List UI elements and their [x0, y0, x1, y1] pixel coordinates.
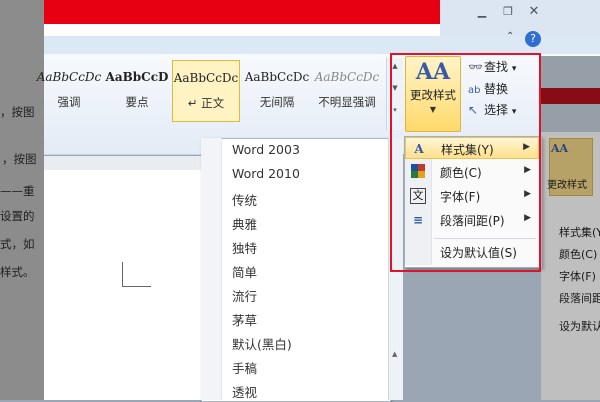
- style-set-item[interactable]: Word 2010: [232, 166, 300, 181]
- ribbon-collapse-icon[interactable]: ⌃: [506, 31, 514, 42]
- style-strong[interactable]: AaBbCcD 要点: [104, 60, 170, 120]
- style-name: 不明显强调: [318, 95, 376, 109]
- style-sample: AaBbCcDc: [173, 71, 239, 85]
- style-subtle-emphasis[interactable]: AaBbCcDc 不明显强调: [314, 60, 380, 120]
- style-emphasis[interactable]: AaBbCcDc 强调: [36, 60, 102, 120]
- style-set-item[interactable]: Word 2003: [232, 142, 300, 157]
- style-set-item[interactable]: 透视: [232, 382, 257, 401]
- style-set-item[interactable]: 茅草: [232, 310, 257, 329]
- highlight-annotation: [390, 53, 541, 272]
- help-icon[interactable]: ?: [525, 31, 541, 47]
- minimize-icon[interactable]: ▁: [472, 4, 492, 20]
- close-icon[interactable]: ✕: [524, 4, 544, 20]
- style-sample: AaBbCcD: [105, 70, 169, 84]
- style-set-item[interactable]: 典雅: [232, 214, 257, 233]
- style-sample: AaBbCcDc: [244, 70, 310, 84]
- style-name: 无间隔: [259, 95, 295, 109]
- style-set-item[interactable]: 默认(黑白): [232, 334, 292, 353]
- style-name: 正文: [201, 96, 225, 110]
- style-no-spacing[interactable]: AaBbCcDc 无间隔: [244, 60, 310, 120]
- style-name: 要点: [125, 95, 149, 109]
- margin-corner-mark: [122, 262, 151, 287]
- style-set-item[interactable]: 手稿: [232, 358, 257, 377]
- styles-gallery: AaBbCcDc 强调 AaBbCcD 要点 AaBbCcDc ↵ 正文 AaB…: [37, 56, 386, 122]
- paragraph-marker: ↵: [187, 96, 198, 110]
- restore-icon[interactable]: ❐: [498, 4, 518, 20]
- style-set-item[interactable]: 简单: [232, 262, 257, 281]
- style-set-item[interactable]: 流行: [232, 286, 257, 305]
- background-window: AA 更改样式 样式集(Y) 颜色(C) 字体(F) 段落间距(P) 设为默认值…: [541, 56, 600, 400]
- style-normal[interactable]: AaBbCcDc ↵ 正文: [172, 60, 240, 122]
- submenu-gutter: [201, 138, 222, 400]
- style-sample: AaBbCcDc: [314, 70, 380, 84]
- style-set-item[interactable]: 传统: [232, 190, 257, 209]
- style-sample: AaBbCcDc: [36, 70, 102, 84]
- title-bar-bottom: [44, 24, 440, 36]
- title-bar: [44, 0, 440, 24]
- style-name: 强调: [57, 95, 81, 109]
- style-set-item[interactable]: 独特: [232, 238, 257, 257]
